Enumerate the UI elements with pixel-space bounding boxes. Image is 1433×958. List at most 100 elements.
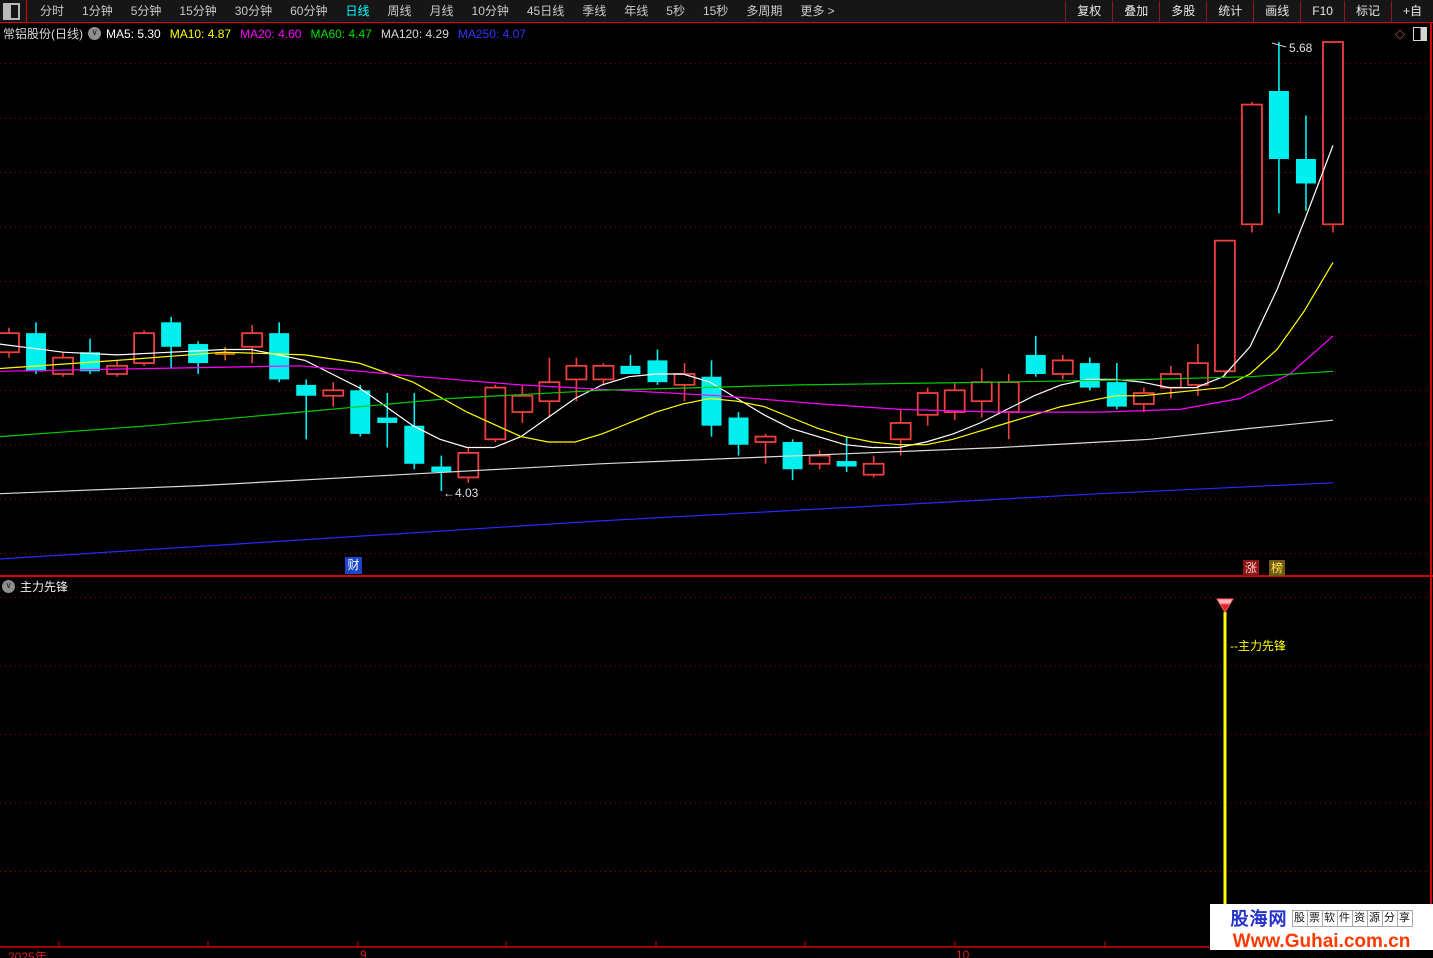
candle-body-up	[673, 373, 696, 386]
period-item-月线[interactable]: 月线	[421, 0, 463, 22]
toolbar-button-多股[interactable]: 多股	[1160, 0, 1206, 22]
panel-toggle-icon[interactable]	[3, 2, 20, 20]
period-item-更多 >[interactable]: 更多 >	[791, 0, 843, 22]
toolbar-button-统计[interactable]: 统计	[1207, 0, 1253, 22]
candle-body-down	[728, 417, 749, 445]
symbol-title: 常铝股份(日线)	[3, 27, 83, 41]
candle-body-up	[889, 422, 912, 441]
candle-body-down	[620, 365, 641, 374]
candle-body-up	[322, 389, 345, 397]
ma-value-label: MA250: 4.07	[457, 26, 526, 41]
candle-body-down	[161, 322, 182, 347]
ma-value-label: MA120: 4.29	[380, 26, 449, 41]
sub-panel-title-row: ∨ 主力先锋	[2, 578, 68, 595]
candle-body-up	[943, 389, 966, 413]
limit-up-badge[interactable]: 涨	[1243, 560, 1259, 576]
period-item-60分钟[interactable]: 60分钟	[281, 0, 336, 22]
candle-body-up	[1051, 359, 1074, 375]
candle-body-up	[997, 381, 1020, 413]
indicator-name[interactable]: 主力先锋	[20, 578, 68, 595]
candle-body-up	[1241, 103, 1263, 226]
toolbar-separator	[26, 0, 27, 22]
watermark-url: Www.Guhai.com.cn	[1232, 931, 1411, 952]
candle-body-down	[1106, 382, 1127, 407]
period-menu: 分时 1分钟 5分钟 15分钟 30分钟 60分钟 日线 周线 月线 10分钟 45日线 季线 年线 5秒…	[31, 0, 844, 22]
toolbar-button-F10[interactable]: F10	[1301, 0, 1344, 22]
diamond-icon[interactable]: ◇	[1395, 26, 1405, 42]
watermark-tagline: 股票软件资源分享	[1291, 909, 1413, 927]
period-item-5秒[interactable]: 5秒	[657, 0, 694, 22]
candle-body-down	[1079, 363, 1100, 388]
candle-body-up	[241, 332, 264, 348]
candle-body-up	[106, 364, 128, 375]
watermark-tagline-char: 股	[1291, 909, 1308, 927]
ma-value-label: MA60: 4.47	[310, 26, 372, 41]
watermark-tagline-char: 票	[1306, 909, 1323, 927]
candle-body-up	[52, 356, 74, 375]
gem-marker-bottom	[1219, 603, 1231, 613]
period-item-季线[interactable]: 季线	[573, 0, 615, 22]
candle-body-down	[404, 425, 425, 464]
x-axis-label: 2025年	[8, 950, 47, 958]
indicator-chevron-icon[interactable]: ∨	[2, 580, 15, 593]
candle-body-down	[377, 417, 398, 423]
period-item-30分钟[interactable]: 30分钟	[226, 0, 281, 22]
period-item-1分钟[interactable]: 1分钟	[73, 0, 122, 22]
period-item-周线[interactable]: 周线	[378, 0, 420, 22]
ma-line-ma10	[0, 262, 1334, 446]
candle-body-down	[647, 360, 668, 383]
period-item-分时[interactable]: 分时	[31, 0, 73, 22]
toolbar-button-标记[interactable]: 标记	[1345, 0, 1391, 22]
period-item-15分钟[interactable]: 15分钟	[170, 0, 225, 22]
candle-body-down	[701, 376, 722, 426]
x-axis-label: 9	[360, 948, 367, 958]
watermark-tagline-char: 分	[1381, 909, 1398, 927]
watermark-tagline-char: 资	[1351, 909, 1368, 927]
candle-body-down	[836, 461, 857, 467]
toolbar-button-复权[interactable]: 复权	[1066, 0, 1112, 22]
ma-line-ma120	[0, 419, 1334, 495]
financial-report-badge[interactable]: 财	[345, 557, 362, 574]
split-window-icon[interactable]	[1413, 26, 1427, 41]
period-item-15秒[interactable]: 15秒	[694, 0, 737, 22]
candle-body-down	[296, 384, 317, 396]
candle-body-up	[538, 381, 561, 403]
x-axis-label: 10	[956, 948, 970, 958]
watermark-tagline-char: 享	[1396, 909, 1413, 927]
period-toolbar: 分时 1分钟 5分钟 15分钟 30分钟 60分钟 日线 周线 月线 10分钟 45日线 季线 年线 5秒…	[0, 0, 1433, 23]
ma-value-label: MA10: 4.87	[169, 26, 232, 41]
gem-marker-top	[1216, 598, 1234, 605]
watermark-tagline-char: 源	[1366, 909, 1383, 927]
toolbar-right-buttons: 复权 叠加 多股 统计 画线 F10 标记 +自	[1065, 0, 1433, 22]
candle-body-up	[1186, 362, 1209, 386]
candle-body-up	[916, 392, 939, 416]
period-item-10分钟[interactable]: 10分钟	[463, 0, 518, 22]
chevron-down-icon[interactable]: ∨	[88, 27, 101, 40]
candle-body-up	[1322, 41, 1344, 226]
ma-value-label: MA5: 5.30	[106, 26, 161, 41]
candle-body-up	[970, 381, 993, 403]
candle-body-up	[511, 394, 534, 413]
period-item-多周期[interactable]: 多周期	[737, 0, 791, 22]
rank-badge[interactable]: 榜	[1269, 560, 1285, 576]
period-item-年线[interactable]: 年线	[615, 0, 657, 22]
toolbar-button-+自[interactable]: +自	[1392, 0, 1433, 22]
toolbar-button-叠加[interactable]: 叠加	[1113, 0, 1159, 22]
period-item-日线[interactable]: 日线	[336, 0, 378, 22]
candle-body-up	[457, 452, 480, 479]
watermark-tagline-char: 件	[1336, 909, 1353, 927]
period-item-5分钟[interactable]: 5分钟	[122, 0, 171, 22]
candle-body-down	[1295, 159, 1316, 184]
watermark-row1: 股海网 股票软件资源分享	[1231, 905, 1413, 931]
tdx-stock-app: 分时 1分钟 5分钟 15分钟 30分钟 60分钟 日线 周线 月线 10分钟 45日线 季线 年线 5秒…	[0, 0, 1433, 958]
candle-body-up	[1214, 239, 1236, 373]
candle-body-down	[1025, 354, 1046, 374]
candle-body-up	[862, 462, 885, 476]
toolbar-button-画线[interactable]: 画线	[1254, 0, 1300, 22]
watermark-tagline-char: 软	[1321, 909, 1338, 927]
period-item-45日线[interactable]: 45日线	[518, 0, 573, 22]
corner-icons: ◇	[1395, 26, 1427, 42]
candle-body-down	[1268, 90, 1289, 160]
candle-body-up	[565, 364, 588, 381]
watermark: 股海网 股票软件资源分享 Www.Guhai.com.cn	[1210, 904, 1433, 952]
